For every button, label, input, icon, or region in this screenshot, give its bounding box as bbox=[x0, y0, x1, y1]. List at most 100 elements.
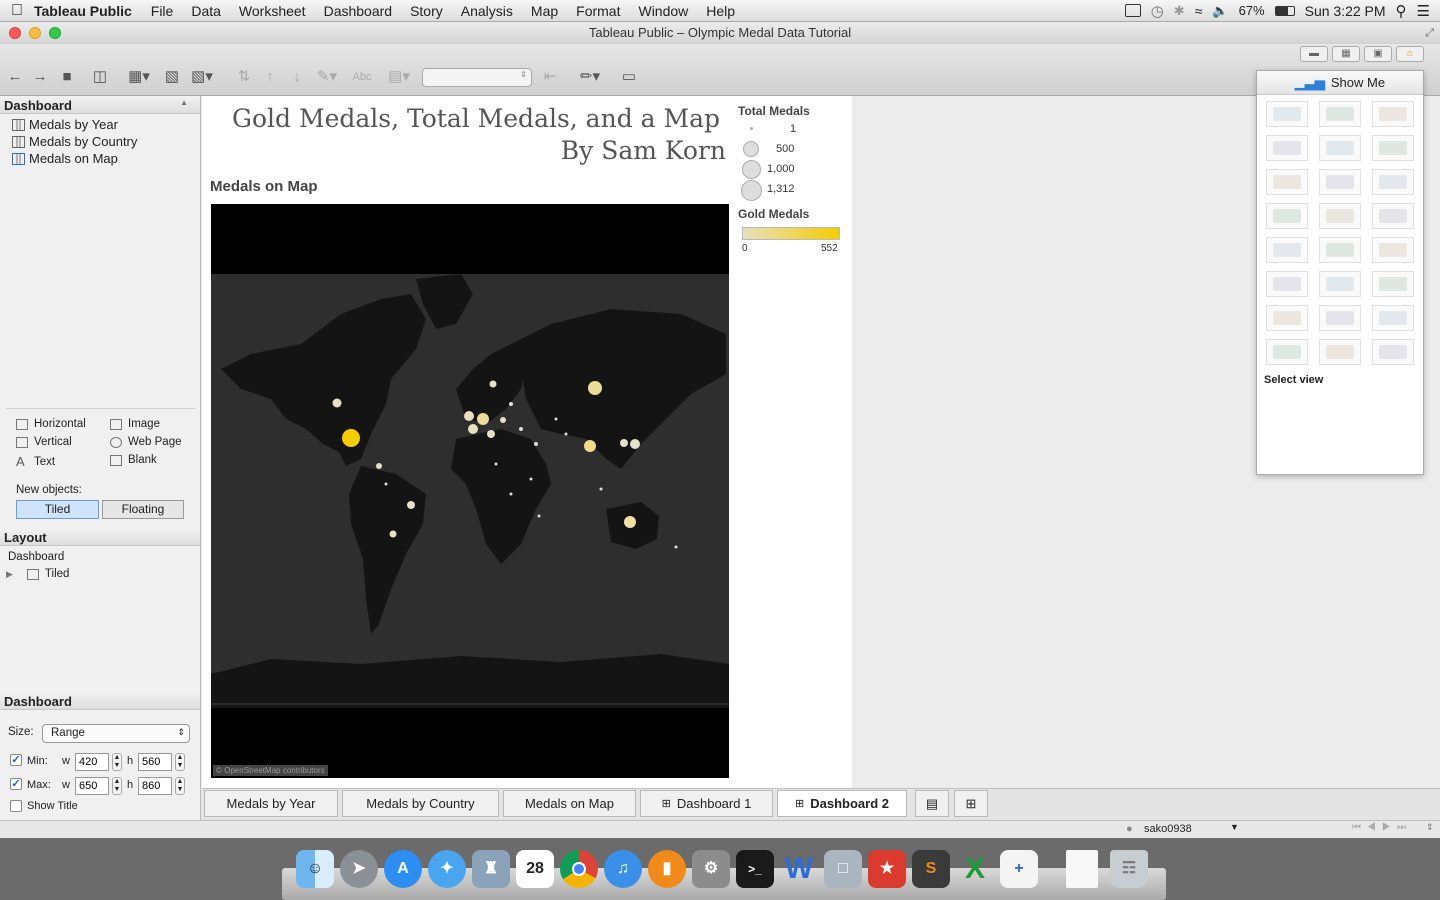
medal-circle-germany[interactable] bbox=[477, 413, 489, 425]
show-title-checkbox[interactable] bbox=[10, 800, 22, 812]
screen-mirror-icon[interactable] bbox=[1124, 4, 1141, 17]
minimize-window-button[interactable] bbox=[29, 27, 41, 39]
min-width-stepper[interactable]: ▲ ▼ bbox=[112, 753, 122, 771]
system-preferences-icon[interactable]: ⚙ bbox=[692, 850, 730, 888]
tab-dashboard-2[interactable]: ⊞ Dashboard 2 bbox=[777, 790, 907, 817]
medal-circle-france[interactable] bbox=[468, 424, 478, 434]
object-web-page[interactable]: Web Page bbox=[110, 436, 182, 448]
document-icon[interactable] bbox=[1066, 850, 1098, 888]
apple-icon[interactable]:  bbox=[0, 2, 34, 20]
preview-icon[interactable]: ♜ bbox=[472, 850, 510, 888]
dashboard-canvas[interactable]: Gold Medals, Total Medals, and a Map By … bbox=[202, 96, 852, 788]
wunderlist-icon[interactable]: ★ bbox=[868, 850, 906, 888]
dashboard-title-line2[interactable]: By Sam Korn bbox=[561, 136, 726, 165]
object-vertical[interactable]: Vertical bbox=[16, 436, 72, 448]
sheet-item-medals-on-map[interactable]: Medals on Map bbox=[0, 150, 200, 167]
highlight-icon[interactable]: ✎▾ bbox=[312, 68, 342, 86]
menu-window[interactable]: Window bbox=[629, 3, 697, 19]
medal-circle-small-10[interactable] bbox=[384, 482, 388, 486]
medal-circle-small-2[interactable] bbox=[519, 427, 523, 431]
volume-icon[interactable]: 🔈 bbox=[1212, 3, 1228, 19]
medal-circle-small-1[interactable] bbox=[509, 402, 513, 406]
menu-story[interactable]: Story bbox=[401, 3, 452, 19]
terminal-icon[interactable]: >_ bbox=[736, 850, 774, 888]
medal-circle-usa[interactable] bbox=[342, 429, 360, 447]
menu-worksheet[interactable]: Worksheet bbox=[230, 3, 315, 19]
object-horizontal[interactable]: Horizontal bbox=[16, 418, 86, 430]
floating-button[interactable]: Floating bbox=[102, 500, 184, 519]
bluetooth-icon[interactable]: ✱ bbox=[1174, 3, 1185, 19]
itunes-icon[interactable]: ♫ bbox=[604, 850, 642, 888]
user-dropdown-icon[interactable]: ▼ bbox=[1230, 822, 1239, 832]
sheet-navigation-icons[interactable]: ⏮◀▶⏭ bbox=[1352, 822, 1412, 833]
duplicate-sheet-icon[interactable]: ▧ bbox=[162, 68, 182, 86]
presentation-mode-icon[interactable]: ▭ bbox=[619, 68, 639, 86]
min-height-stepper[interactable]: ▲ ▼ bbox=[175, 753, 185, 771]
sheet-item-medals-by-country[interactable]: Medals by Country bbox=[0, 133, 200, 150]
word-icon[interactable]: W bbox=[780, 850, 818, 888]
sort-ascending-icon[interactable]: ↑ bbox=[260, 68, 280, 86]
show-me-dual-lines-icon[interactable] bbox=[1372, 237, 1414, 263]
dashboard-title-line1[interactable]: Gold Medals, Total Medals, and a Map bbox=[232, 104, 720, 133]
show-me-discrete-lines-icon[interactable] bbox=[1319, 237, 1361, 263]
menu-file[interactable]: File bbox=[142, 3, 183, 19]
world-map[interactable]: © OpenStreetMap contributors bbox=[211, 204, 729, 778]
medal-circle-china[interactable] bbox=[584, 440, 596, 452]
new-worksheet-tab-button[interactable]: ▤ bbox=[915, 790, 949, 817]
clear-sheet-icon[interactable]: ▧▾ bbox=[188, 68, 216, 86]
spotlight-icon[interactable]: ⚲ bbox=[1396, 2, 1407, 20]
medal-circle-uk[interactable] bbox=[464, 411, 474, 421]
new-dashboard-tab-button[interactable]: ⊞ bbox=[954, 790, 988, 817]
show-me-horizontal-bars-icon[interactable] bbox=[1266, 169, 1308, 195]
tableau-icon[interactable]: + bbox=[1000, 850, 1038, 888]
menu-map[interactable]: Map bbox=[522, 3, 567, 19]
medal-circle-small-5[interactable] bbox=[509, 492, 513, 496]
launchpad-icon[interactable]: ➤ bbox=[340, 850, 378, 888]
show-me-area-discrete-icon[interactable] bbox=[1319, 271, 1361, 297]
menu-help[interactable]: Help bbox=[697, 3, 744, 19]
wifi-icon[interactable]: ≈ bbox=[1195, 3, 1203, 19]
show-me-area-continuous-icon[interactable] bbox=[1266, 271, 1308, 297]
object-text[interactable]: A Text bbox=[16, 454, 55, 469]
labels-icon[interactable]: Abc bbox=[350, 68, 374, 86]
app-store-icon[interactable]: A bbox=[384, 850, 422, 888]
show-me-dual-combination-icon[interactable] bbox=[1372, 271, 1414, 297]
show-me-circle-views-icon[interactable] bbox=[1319, 203, 1361, 229]
trash-icon[interactable]: ☶ bbox=[1110, 850, 1148, 888]
show-me-header[interactable]: ▁▃▅ Show Me bbox=[1257, 71, 1423, 95]
fix-axes-icon[interactable]: ⇤ bbox=[540, 68, 560, 86]
show-me-treemap-icon[interactable] bbox=[1266, 203, 1308, 229]
status-menu-icon[interactable]: ⇕ bbox=[1426, 822, 1434, 833]
app-menu[interactable]: Tableau Public bbox=[34, 3, 142, 19]
data-source-icon[interactable]: ◫ bbox=[90, 68, 110, 86]
size-dropdown[interactable]: Range ⇕ bbox=[42, 724, 190, 743]
redo-icon[interactable]: → bbox=[30, 68, 50, 86]
tiled-button[interactable]: Tiled bbox=[16, 500, 99, 519]
home-icon[interactable]: ⌂ bbox=[1396, 46, 1424, 62]
max-height-stepper[interactable]: ▲ ▼ bbox=[175, 777, 185, 795]
menu-format[interactable]: Format bbox=[567, 3, 629, 19]
medal-circle-small-7[interactable] bbox=[564, 432, 568, 436]
min-width-input[interactable] bbox=[75, 753, 109, 771]
photos-icon[interactable]: □ bbox=[824, 850, 862, 888]
medal-circle-argentina[interactable] bbox=[389, 530, 397, 538]
min-checkbox[interactable]: ✓ bbox=[10, 754, 22, 766]
medal-circle-small-3[interactable] bbox=[534, 442, 538, 446]
total-medals-legend-title[interactable]: Total Medals bbox=[738, 104, 810, 118]
fullscreen-icon[interactable]: ⤢ bbox=[1425, 22, 1434, 44]
show-me-continuous-lines-icon[interactable] bbox=[1266, 237, 1308, 263]
medal-circle-cuba[interactable] bbox=[376, 463, 382, 469]
menu-dashboard[interactable]: Dashboard bbox=[315, 3, 402, 19]
filmstrip-view-icon[interactable]: ▬ bbox=[1300, 46, 1328, 62]
medal-circle-sweden[interactable] bbox=[489, 380, 497, 388]
object-image[interactable]: Image bbox=[110, 418, 160, 430]
medal-circle-japan[interactable] bbox=[630, 439, 640, 449]
tab-dashboard-1[interactable]: ⊞ Dashboard 1 bbox=[640, 790, 773, 817]
menu-data[interactable]: Data bbox=[182, 3, 230, 19]
swap-icon[interactable]: ⇅ bbox=[234, 68, 254, 86]
chrome-icon[interactable] bbox=[560, 850, 598, 888]
gold-medals-legend-title[interactable]: Gold Medals bbox=[738, 207, 809, 221]
show-me-packed-bubbles-icon[interactable] bbox=[1372, 339, 1414, 365]
show-me-scatter-plot-icon[interactable] bbox=[1266, 305, 1308, 331]
medal-circle-small-8[interactable] bbox=[599, 487, 603, 491]
